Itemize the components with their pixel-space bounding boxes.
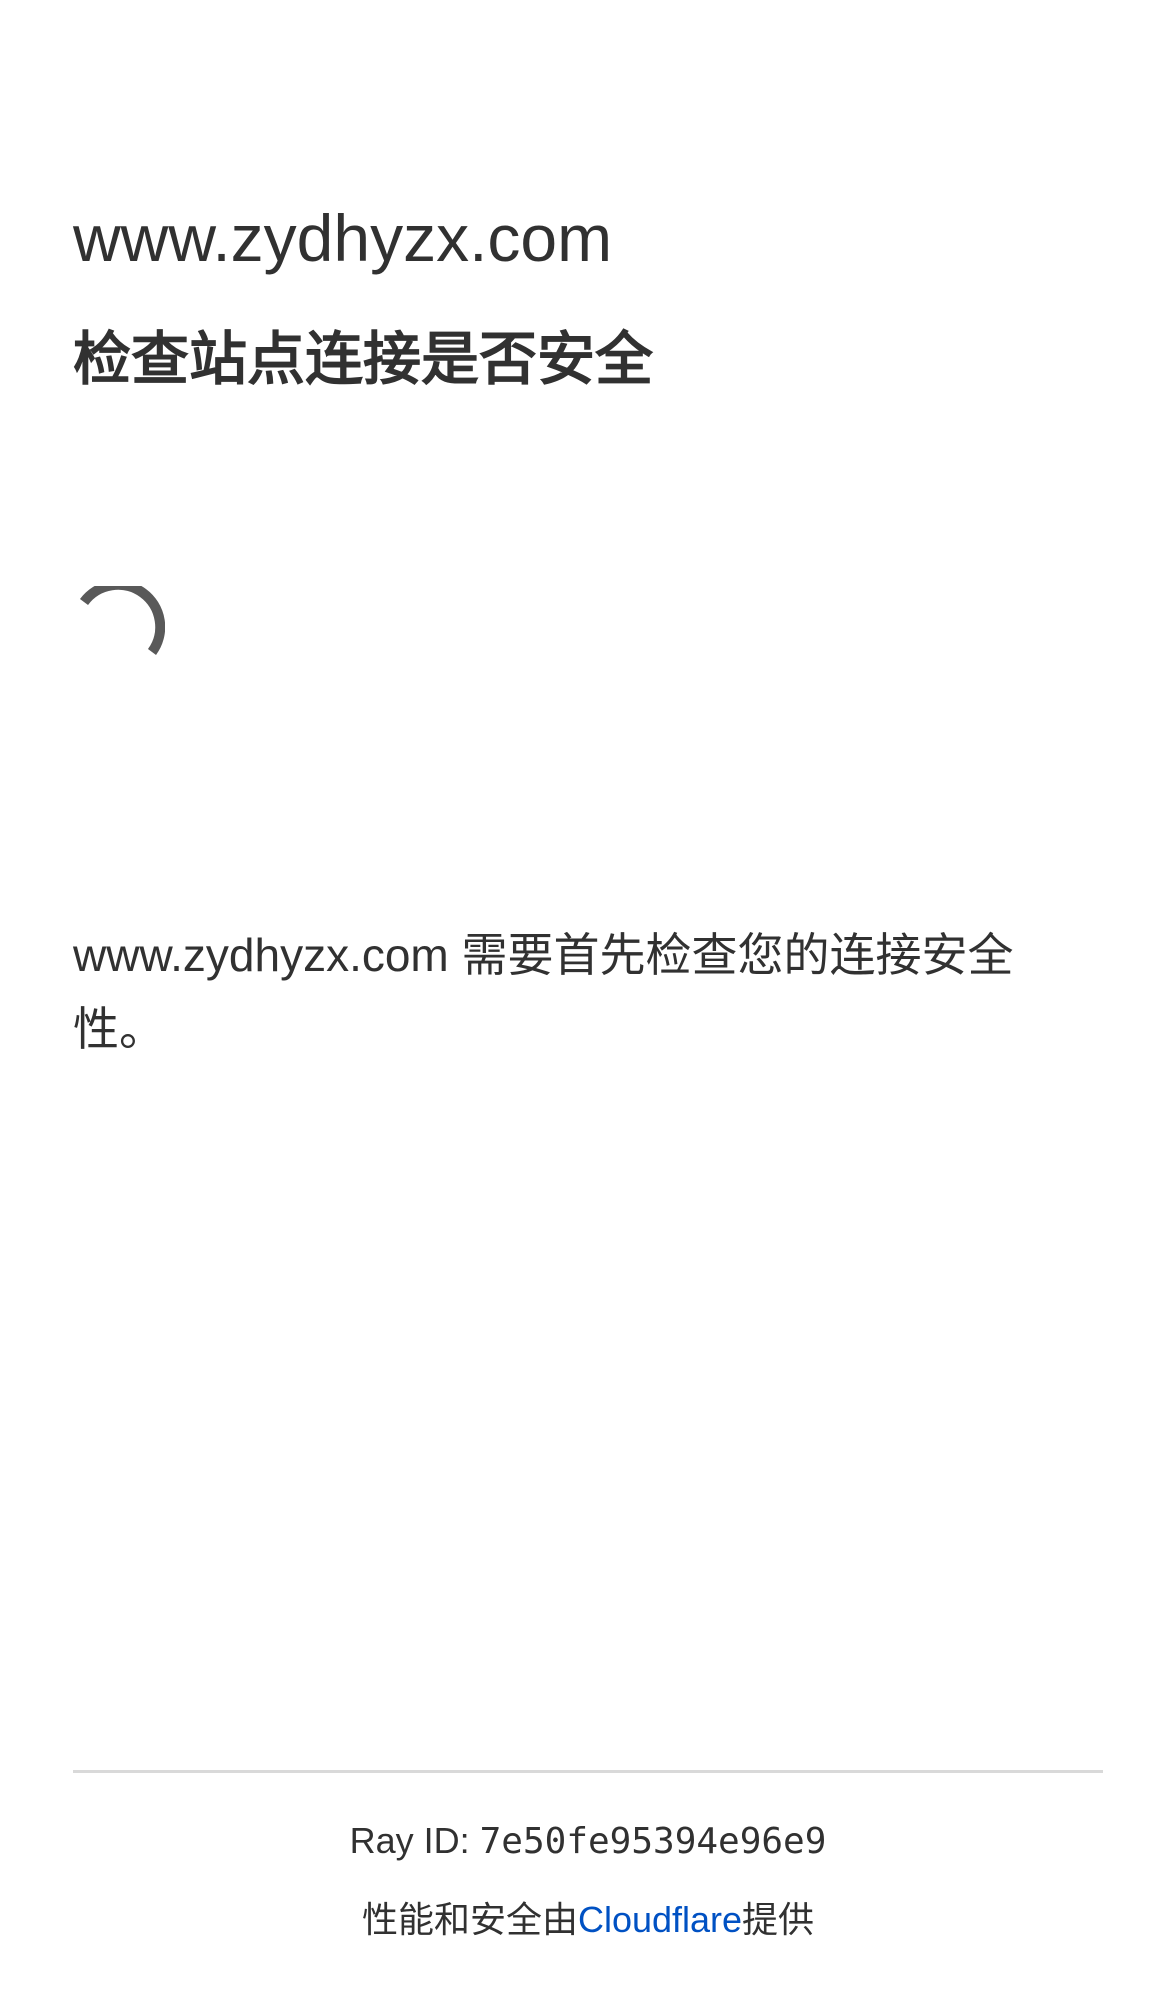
challenge-heading: 检查站点连接是否安全	[73, 327, 654, 392]
performance-suffix: 提供	[742, 1899, 815, 1940]
loading-spinner-icon	[73, 586, 165, 678]
footer: Ray ID: 7e50fe95394e96e9 性能和安全由Cloudflar…	[73, 1800, 1103, 1958]
footer-divider	[73, 1770, 1103, 1773]
performance-prefix: 性能和安全由	[361, 1899, 578, 1940]
ray-id-value: 7e50fe95394e96e9	[479, 1821, 827, 1862]
cloudflare-link[interactable]: Cloudflare	[578, 1899, 742, 1940]
site-name-heading: www.zydhyzx.com	[73, 201, 613, 275]
challenge-message: www.zydhyzx.com 需要首先检查您的连接安全性。	[73, 929, 1014, 1055]
ray-id-label: Ray ID:	[349, 1820, 480, 1861]
ray-id-line: Ray ID: 7e50fe95394e96e9	[73, 1800, 1103, 1882]
performance-security-line: 性能和安全由Cloudflare提供	[73, 1882, 1103, 1958]
